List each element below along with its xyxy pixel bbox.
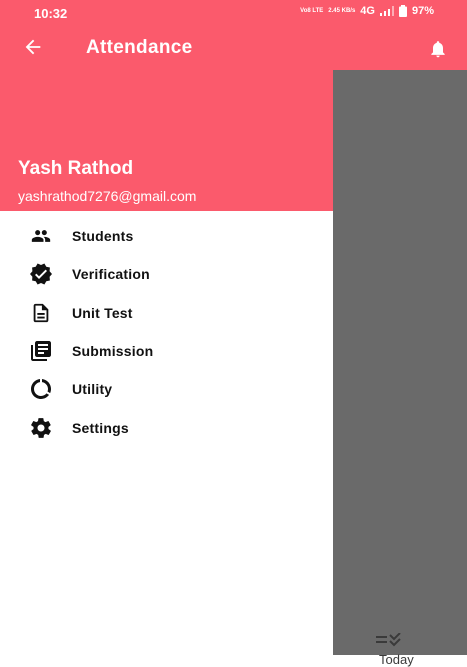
document-icon <box>28 301 54 325</box>
today-label: Today <box>379 652 414 667</box>
drawer-menu: Students Verification Unit Test Submissi… <box>0 217 333 447</box>
menu-label-utility: Utility <box>72 381 113 398</box>
status-time: 10:32 <box>34 6 68 21</box>
menu-label-submission: Submission <box>72 343 154 360</box>
arrow-left-icon[interactable] <box>22 36 44 58</box>
verified-badge-icon <box>28 262 54 286</box>
network-type: 4G <box>360 5 375 17</box>
drawer-header: Yash Rathod yashrathod7276@gmail.com <box>0 70 333 211</box>
menu-item-settings[interactable]: Settings <box>0 408 333 446</box>
user-email: yashrathod7276@gmail.com <box>18 188 197 204</box>
menu-label-verification: Verification <box>72 266 150 283</box>
gear-icon <box>28 416 54 440</box>
status-icons: Vo8 LTE 2.45 KB/s 4G 97% <box>300 5 434 17</box>
user-name: Yash Rathod <box>18 158 134 179</box>
menu-item-submission[interactable]: Submission <box>0 332 333 370</box>
menu-item-unit-test[interactable]: Unit Test <box>0 294 333 332</box>
checklist-icon <box>376 633 404 647</box>
menu-label-settings: Settings <box>72 419 129 436</box>
menu-label-students: Students <box>72 228 134 245</box>
people-icon <box>28 224 54 248</box>
menu-item-utility[interactable]: Utility <box>0 370 333 408</box>
navigation-drawer: Yash Rathod yashrathod7276@gmail.com Stu… <box>0 70 333 655</box>
battery-level: 97% <box>411 5 434 17</box>
drawer-scrim[interactable]: Today <box>333 70 467 667</box>
library-books-icon <box>28 339 54 363</box>
menu-item-verification[interactable]: Verification <box>0 255 333 293</box>
bell-icon[interactable] <box>428 39 448 59</box>
bottom-nav-today[interactable]: Today <box>375 625 427 667</box>
menu-label-unit-test: Unit Test <box>72 304 133 321</box>
app-bar: Attendance <box>0 26 467 70</box>
volte-indicator: Vo8 LTE <box>300 8 324 14</box>
circle-progress-icon <box>28 377 54 401</box>
battery-icon <box>398 5 407 17</box>
page-title: Attendance <box>86 37 193 58</box>
status-bar: 10:32 Vo8 LTE 2.45 KB/s 4G 97% <box>0 0 467 26</box>
menu-item-students[interactable]: Students <box>0 217 333 255</box>
signal-icon <box>379 6 394 16</box>
network-speed: 2.45 KB/s <box>328 8 356 14</box>
